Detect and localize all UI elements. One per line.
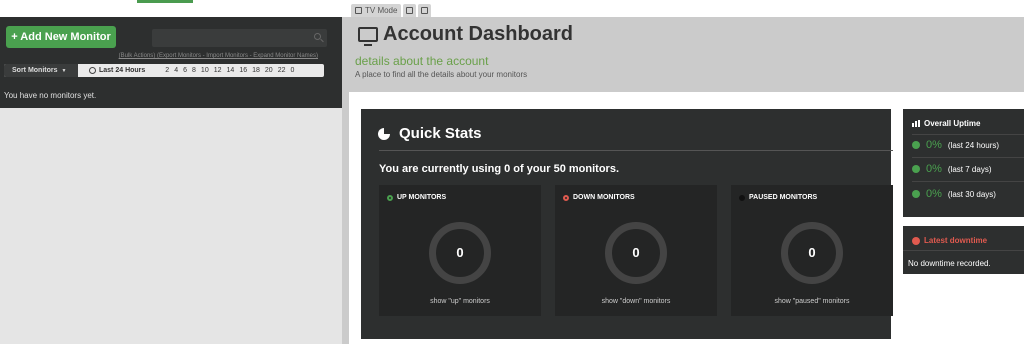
quick-stats-title: Quick Stats [378,125,482,142]
show-paused-monitors-link[interactable]: show "paused" monitors [731,298,893,305]
downtime-title-text: Latest downtime [924,236,988,245]
page-title-text: Account Dashboard [383,23,574,45]
hour-tick: 18 [252,67,260,74]
hour-tick: 0 [290,67,295,74]
card-header: DOWN MONITORS [563,194,635,201]
count-ring: 0 [429,222,491,284]
period-label: Last 24 Hours [99,67,146,74]
search-input[interactable] [152,29,327,47]
dashboard-content: Quick Stats You are currently using 0 of… [349,92,1024,344]
add-new-monitor-button[interactable]: + Add New Monitor [6,26,116,48]
down-monitors-card: DOWN MONITORS 0 show "down" monitors [555,185,717,316]
card-header: UP MONITORS [387,194,446,201]
alert-icon [912,236,920,245]
hour-tick: 4 [174,67,179,74]
twitter-icon [406,7,414,14]
monitors-toolbar: + Add New Monitor (Bulk Actions) (Export… [0,17,342,108]
tv-icon [355,7,362,14]
count-value: 0 [808,245,816,260]
status-dot-icon [912,165,920,173]
twitter-tab[interactable] [403,4,417,17]
quick-stats-label: Quick Stats [399,125,482,142]
overall-uptime-panel: Overall Uptime 0% (last 24 hours) 0% (la… [903,109,1024,217]
uptime-title: Overall Uptime [912,119,980,128]
down-status-icon [563,194,569,201]
status-dot-icon [912,190,920,198]
status-dot-icon [912,141,920,149]
divider [912,181,1024,182]
top-green-accent [137,0,193,3]
monitors-panel: + Add New Monitor (Bulk Actions) (Export… [0,17,342,344]
up-monitors-card: UP MONITORS 0 show "up" monitors [379,185,541,316]
card-label: UP MONITORS [397,194,447,201]
uptime-percent: 0% [926,139,942,151]
uptime-percent: 0% [926,163,942,175]
top-bar: TV Mode [0,0,1024,17]
page-subtitle: details about the account [355,54,489,68]
tv-mode-tabs: TV Mode [351,4,432,17]
paused-status-icon [739,194,745,201]
dashboard-panel: Account Dashboard details about the acco… [342,17,1024,344]
downtime-message: No downtime recorded. [908,259,991,268]
hour-tick: 12 [213,67,222,74]
hour-tick: 8 [192,67,196,74]
show-down-monitors-link[interactable]: show "down" monitors [555,298,717,305]
pie-chart-icon [378,127,390,140]
count-ring: 0 [781,222,843,284]
page-tagline: A place to find all the details about yo… [355,70,528,79]
hour-tick: 22 [277,67,286,74]
sort-monitors-dropdown[interactable]: Sort Monitors ▼ [4,64,78,77]
uptime-period: (last 7 days) [947,164,992,174]
uptime-title-text: Overall Uptime [924,119,981,128]
hour-tick: 14 [226,67,235,74]
search-icon[interactable] [314,33,321,40]
usage-text: You are currently using 0 of your 50 mon… [379,163,620,175]
facebook-icon [421,7,429,14]
sort-label: Sort Monitors [12,67,58,74]
hour-tick: 20 [264,67,273,74]
paused-monitors-card: PAUSED MONITORS 0 show "paused" monitors [731,185,893,316]
latest-downtime-panel: Latest downtime No downtime recorded. [903,226,1024,274]
page-title: Account Dashboard [358,23,573,46]
tv-mode-label: TV Mode [365,6,398,15]
bar-chart-icon [912,120,920,127]
downtime-title: Latest downtime [912,236,987,245]
card-label: PAUSED MONITORS [749,194,818,201]
filter-bar: Sort Monitors ▼ Last 24 Hours 2 4 6 8 10 … [4,64,324,77]
uptime-row: 0% (last 7 days) [912,163,991,175]
hour-ticks: 2 4 6 8 10 12 14 16 18 20 22 0 [165,67,294,74]
show-up-monitors-link[interactable]: show "up" monitors [379,298,541,305]
divider [912,157,1024,158]
facebook-tab[interactable] [418,4,432,17]
count-value: 0 [632,245,640,260]
bulk-actions-links[interactable]: (Bulk Actions) (Export Monitors - Import… [119,53,318,59]
uptime-period: (last 30 days) [947,189,996,199]
card-header: PAUSED MONITORS [739,194,817,201]
empty-monitors-message: You have no monitors yet. [4,91,97,100]
uptime-row: 0% (last 30 days) [912,188,996,200]
hour-tick: 10 [200,67,209,74]
period-selector[interactable]: Last 24 Hours [89,67,145,74]
bulk-actions-text[interactable]: (Bulk Actions) (Export Monitors - Import… [119,53,318,59]
hour-tick: 16 [239,67,248,74]
divider [379,150,893,151]
clock-icon [89,67,96,74]
uptime-percent: 0% [926,188,942,200]
count-value: 0 [456,245,464,260]
card-label: DOWN MONITORS [573,194,635,201]
uptime-row: 0% (last 24 hours) [912,139,999,151]
hour-tick: 6 [183,67,188,74]
chevron-down-icon: ▼ [61,68,67,74]
up-status-icon [387,194,393,201]
quick-stats-panel: Quick Stats You are currently using 0 of… [361,109,893,339]
divider [903,250,1024,251]
divider [912,134,1024,135]
hour-tick: 2 [165,67,170,74]
count-ring: 0 [605,222,667,284]
uptime-period: (last 24 hours) [947,140,1000,150]
tv-mode-tab[interactable]: TV Mode [351,4,402,17]
monitor-icon [358,27,378,46]
